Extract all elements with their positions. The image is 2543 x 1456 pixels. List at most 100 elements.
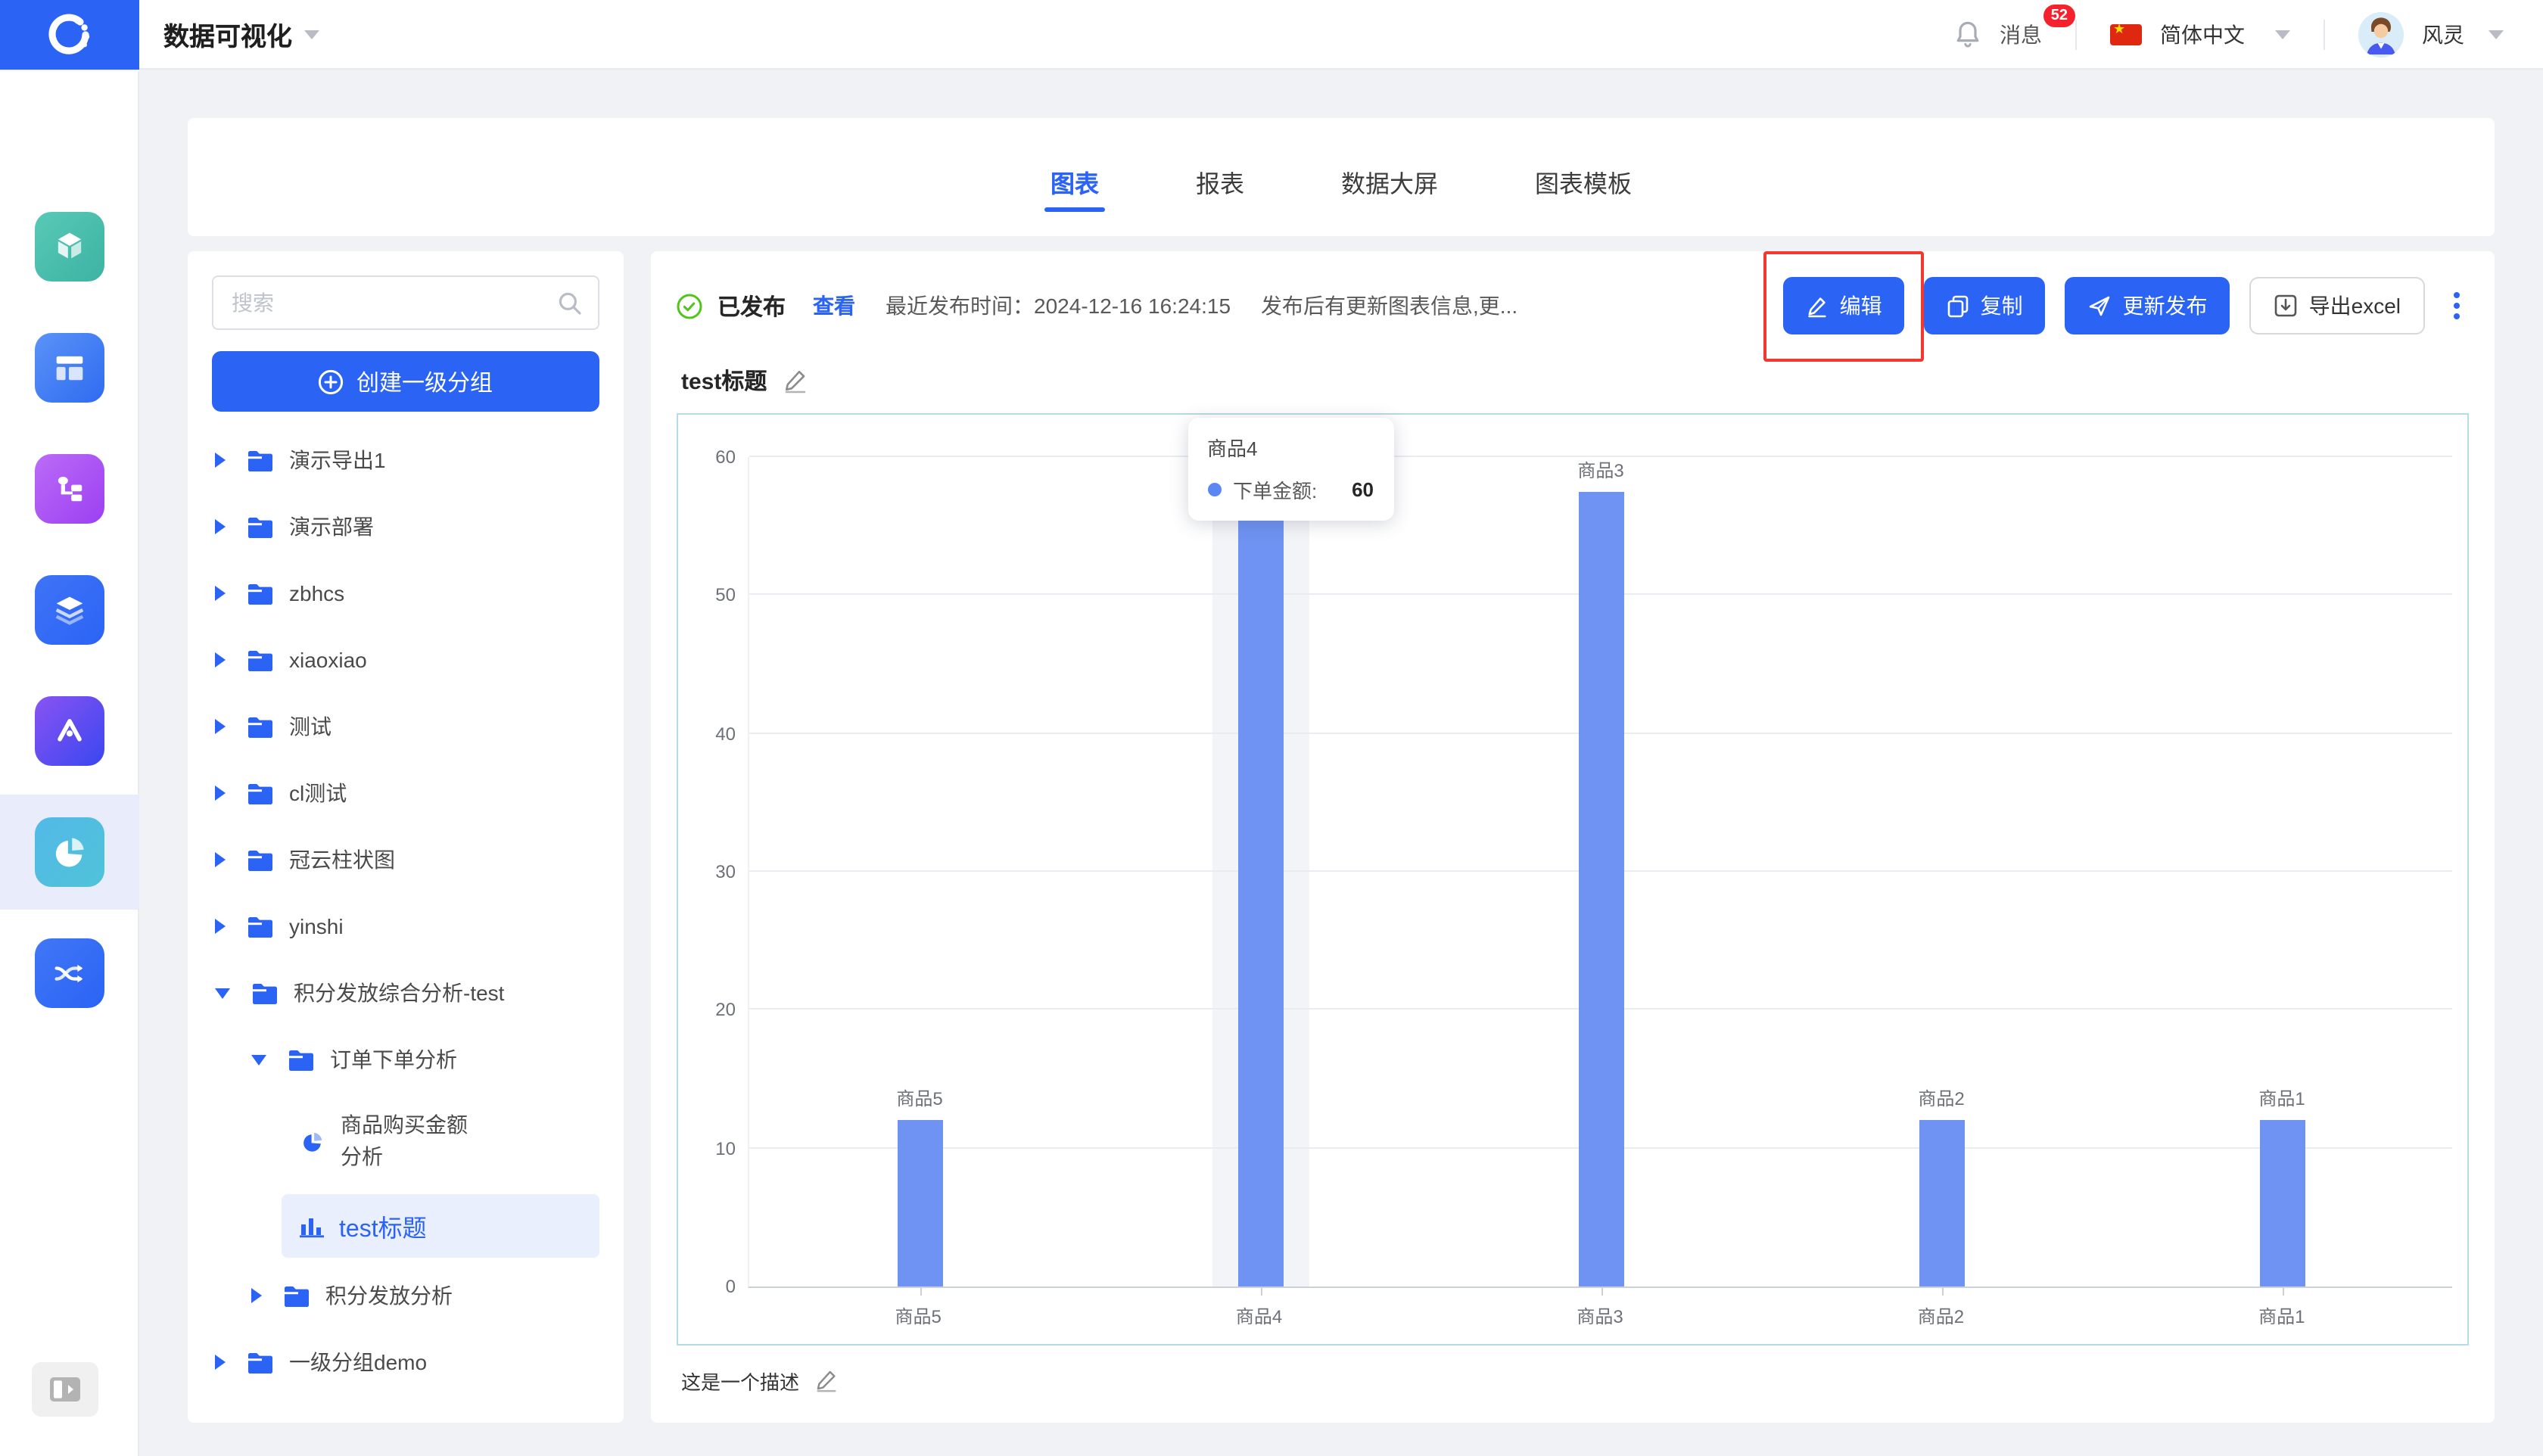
caret-down-icon[interactable] (215, 988, 230, 998)
caret-right-icon[interactable] (215, 1355, 226, 1370)
chart-title-row: test标题 (681, 357, 2469, 403)
tree-item-bar-chart-selected[interactable]: test标题 (212, 1190, 599, 1262)
tree-item-folder[interactable]: cl测试 (212, 760, 599, 826)
copy-button[interactable]: 复制 (1924, 277, 2046, 334)
copy-icon (1948, 294, 1969, 317)
rail-item-layers[interactable] (0, 552, 139, 667)
language-caret-icon[interactable] (2275, 30, 2290, 39)
messages-count-badge: 52 (2043, 4, 2075, 26)
export-excel-button[interactable]: 导出excel (2249, 277, 2425, 334)
view-link[interactable]: 查看 (813, 291, 855, 321)
tab-chart-templates[interactable]: 图表模板 (1535, 118, 1632, 236)
caret-right-icon[interactable] (215, 652, 226, 667)
shuffle-icon (35, 938, 104, 1008)
create-group-button[interactable]: 创建一级分组 (212, 351, 599, 412)
tooltip-series-label: 下单金额: (1233, 480, 1318, 502)
tree-item-folder-expanded[interactable]: 积分发放综合分析-test (212, 960, 599, 1026)
layers-icon (35, 575, 104, 645)
tree-item-label: 一级分组demo (289, 1350, 428, 1374)
bar[interactable] (897, 1120, 942, 1286)
caret-right-icon[interactable] (215, 453, 226, 468)
chart-description: 这是一个描述 (681, 1370, 800, 1393)
edit-button[interactable]: 编辑 (1783, 277, 1905, 334)
tree-item-label: 冠云柱状图 (289, 848, 395, 872)
bar[interactable] (1578, 492, 1623, 1286)
folder-icon (248, 650, 272, 670)
edit-description-pencil-icon[interactable] (814, 1368, 839, 1392)
avatar[interactable] (2358, 11, 2404, 57)
bar-slot[interactable]: 商品2 (1771, 457, 2112, 1296)
republish-button[interactable]: 更新发布 (2065, 277, 2230, 334)
pie-chart-icon (303, 1131, 322, 1151)
caret-right-icon[interactable] (215, 786, 226, 801)
more-actions-button[interactable] (2445, 286, 2469, 325)
caret-down-icon[interactable] (251, 1054, 266, 1065)
group-tree-panel: 创建一级分组 演示导出1 演示部署 zbhcs xiaoxiao (188, 251, 624, 1423)
bar-chart: 0 10 20 30 40 50 60 商品5 商品4 商品3 (677, 413, 2469, 1346)
gauge-logo-icon (48, 13, 90, 54)
tree-item-folder[interactable]: 演示导出1 (212, 427, 599, 493)
header-right: 消息 52 ★ 简体中文 风灵 (1954, 4, 2543, 57)
tree-item-label: 测试 (289, 714, 331, 739)
rail-item-ai[interactable] (0, 674, 139, 789)
rail-item-layout[interactable] (0, 310, 139, 425)
bar-value-label: 商品2 (1918, 1088, 1965, 1110)
chart-title: test标题 (681, 369, 767, 394)
tree-search (212, 275, 599, 330)
bell-icon[interactable] (1954, 20, 1981, 48)
edit-title-pencil-icon[interactable] (782, 367, 808, 393)
messages-label: 消息 (2000, 22, 2042, 46)
messages-menu[interactable]: 消息 52 (2000, 4, 2075, 49)
bar[interactable] (1237, 492, 1283, 1286)
tree-item-folder-expanded[interactable]: 订单下单分析 (212, 1026, 599, 1093)
app-logo[interactable] (0, 0, 139, 69)
publish-time-label: 最近发布时间： (886, 294, 1035, 318)
tree-item-pie-chart[interactable]: 商品购买金额分析 (212, 1093, 599, 1190)
content-tabs: 图表 报表 数据大屏 图表模板 (188, 118, 2495, 236)
tree-item-folder[interactable]: yinshi (212, 893, 599, 960)
bar-slot-hovered[interactable]: 商品4 (1090, 457, 1430, 1296)
bar-value-label: 商品1 (2258, 1088, 2305, 1110)
tooltip-category: 商品4 (1207, 437, 1258, 460)
pie-chart-icon (35, 817, 104, 887)
bar-slot[interactable]: 商品1 (2112, 457, 2452, 1296)
tree-item-folder[interactable]: 一级分组demo (212, 1329, 599, 1395)
caret-right-icon[interactable] (215, 852, 226, 867)
group-tree: 演示导出1 演示部署 zbhcs xiaoxiao 测试 cl测试 冠云柱状图 … (212, 427, 599, 1395)
tab-dashboards[interactable]: 数据大屏 (1341, 118, 1438, 236)
tree-item-folder[interactable]: xiaoxiao (212, 627, 599, 693)
folder-icon (289, 1050, 313, 1070)
bar-slot[interactable]: 商品5 (749, 457, 1090, 1296)
rail-item-cube[interactable] (0, 189, 139, 304)
bar-chart-icon (300, 1218, 324, 1237)
folder-icon (253, 983, 277, 1003)
tree-item-label: test标题 (339, 1217, 427, 1243)
tab-reports[interactable]: 报表 (1196, 118, 1244, 236)
caret-right-icon[interactable] (251, 1288, 262, 1303)
search-input[interactable] (213, 277, 598, 328)
update-note: 发布后有更新图表信息,更... (1261, 294, 1518, 318)
rail-item-org-chart[interactable] (0, 431, 139, 546)
rail-item-shuffle[interactable] (0, 916, 139, 1031)
sidebar-collapse-button[interactable] (32, 1362, 98, 1417)
user-name: 风灵 (2422, 22, 2464, 46)
bar[interactable] (1919, 1120, 1964, 1286)
caret-right-icon[interactable] (215, 586, 226, 601)
tree-item-folder[interactable]: zbhcs (212, 560, 599, 627)
rail-item-pie-chart[interactable] (0, 795, 139, 910)
caret-right-icon[interactable] (215, 719, 226, 734)
app-title-caret-icon[interactable] (304, 30, 319, 39)
tab-charts[interactable]: 图表 (1044, 118, 1106, 236)
bar[interactable] (2259, 1120, 2305, 1286)
tree-item-folder[interactable]: 积分发放分析 (212, 1262, 599, 1329)
search-icon (559, 292, 581, 315)
caret-right-icon[interactable] (215, 519, 226, 534)
tree-item-folder[interactable]: 冠云柱状图 (212, 826, 599, 893)
plus-circle-icon (319, 369, 344, 394)
bar-slot[interactable]: 商品3 (1430, 457, 1771, 1296)
tree-item-folder[interactable]: 测试 (212, 693, 599, 760)
caret-right-icon[interactable] (215, 919, 226, 934)
tree-item-folder[interactable]: 演示部署 (212, 493, 599, 560)
user-menu[interactable]: 风灵 (2422, 19, 2504, 49)
tree-item-label: 积分发放分析 (325, 1283, 453, 1308)
